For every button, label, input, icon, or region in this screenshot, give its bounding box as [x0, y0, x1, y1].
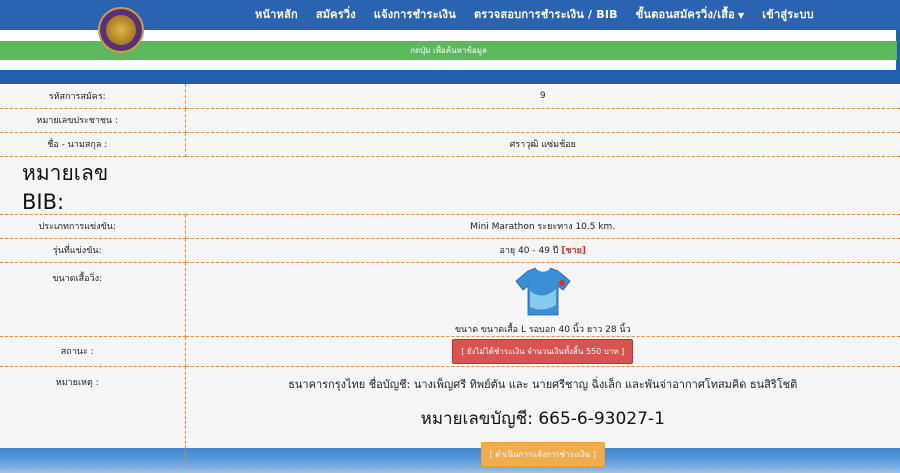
- row-reg-no: รหัสการสมัคร: 9: [0, 84, 900, 109]
- status-cell: [ ยังไม่ได้ชำระเงิน จำนวนเงินทั้งสิ้น 55…: [185, 336, 900, 367]
- reg-no-label: รหัสการสมัคร:: [0, 84, 186, 109]
- class-value-cell: อายุ 40 - 49 ปี [ชาย]: [185, 238, 900, 263]
- logo-emblem-icon: [106, 15, 136, 45]
- nav-steps-label: ขั้นตอนสมัครวิ่ง/เสื้อ: [635, 8, 735, 21]
- row-note: หมายเหตุ : ธนาคารกรุงไทย ชื่อบัญชี: นางเ…: [0, 366, 900, 468]
- class-value: อายุ 40 - 49 ปี: [499, 246, 559, 256]
- nav-menu: หน้าหลัก สมัครวิ่ง แจ้งการชำระเงิน ตรวจส…: [246, 0, 823, 28]
- bank-info: ธนาคารกรุงไทย ชื่อบัญชี: นางเพ็ญศรี ทิพย…: [288, 377, 798, 391]
- type-value: Mini Marathon ระยะทาง 10.5 km.: [185, 214, 900, 239]
- status-label: สถานะ :: [0, 336, 186, 367]
- running-shirt-icon: [515, 267, 571, 315]
- row-bib: หมายเลข BIB:: [0, 156, 900, 215]
- registration-details: รหัสการสมัคร: 9 หมายเลขประชาชน : ชื่อ - …: [0, 84, 900, 468]
- nav-login[interactable]: เข้าสู่ระบบ: [753, 5, 823, 23]
- bib-value: [185, 156, 900, 215]
- nav-payment-notify[interactable]: แจ้งการชำระเงิน: [365, 5, 465, 23]
- class-gender: [ชาย]: [561, 246, 587, 256]
- nav-check-payment-bib[interactable]: ตรวจสอบการชำระเงิน / BIB: [465, 5, 627, 23]
- row-status: สถานะ : [ ยังไม่ได้ชำระเงิน จำนวนเงินทั้…: [0, 336, 900, 367]
- note-cell: ธนาคารกรุงไทย ชื่อบัญชี: นางเพ็ญศรี ทิพย…: [185, 366, 900, 468]
- row-id: หมายเลขประชาชน :: [0, 108, 900, 133]
- nav-register[interactable]: สมัครวิ่ง: [307, 5, 365, 23]
- type-label: ประเภทการแข่งขัน:: [0, 214, 186, 239]
- nav-home[interactable]: หน้าหลัก: [246, 5, 307, 23]
- shirt-preview: ขนาด ขนาดเสื้อ L รอบอก 40 นิ้ว ยาว 28 นิ…: [186, 263, 900, 336]
- notify-payment-button[interactable]: [ ดำเนินการแจ้งการชำระเงิน ]: [480, 441, 605, 467]
- nav-steps-dropdown[interactable]: ขั้นตอนสมัครวิ่ง/เสื้อ ▼: [627, 5, 754, 23]
- note-label: หมายเหตุ :: [0, 366, 186, 468]
- name-value: ศราวุฒิ แซ่มช้อย: [185, 132, 900, 157]
- class-label: รุ่นที่แข่งขัน:: [0, 238, 186, 263]
- shirt-cell: ขนาด ขนาดเสื้อ L รอบอก 40 นิ้ว ยาว 28 นิ…: [185, 262, 900, 337]
- row-class: รุ่นที่แข่งขัน: อายุ 40 - 49 ปี [ชาย]: [0, 238, 900, 263]
- status-badge[interactable]: [ ยังไม่ได้ชำระเงิน จำนวนเงินทั้งสิ้น 55…: [452, 338, 634, 364]
- row-type: ประเภทการแข่งขัน: Mini Marathon ระยะทาง …: [0, 214, 900, 239]
- row-name: ชื่อ - นามสกุล : ศราวุฒิ แซ่มช้อย: [0, 132, 900, 157]
- id-value: [185, 108, 900, 133]
- chevron-down-icon: ▼: [737, 11, 745, 20]
- site-logo[interactable]: [98, 7, 144, 53]
- details-table: รหัสการสมัคร: 9 หมายเลขประชาชน : ชื่อ - …: [0, 84, 900, 468]
- id-label: หมายเลขประชาชน :: [0, 108, 186, 133]
- row-shirt: ขนาดเสื้อวิ่ง: ขนาด ขนาดเสื้อ L รอบอก 40…: [0, 262, 900, 337]
- bib-label: หมายเลข BIB:: [0, 156, 185, 215]
- reg-no-value: 9: [185, 84, 900, 109]
- account-number: หมายเลขบัญชี: 665-6-93027-1: [420, 408, 665, 429]
- name-label: ชื่อ - นามสกุล :: [0, 132, 186, 157]
- shirt-label: ขนาดเสื้อวิ่ง:: [0, 262, 186, 337]
- shirt-size-value: ขนาด ขนาดเสื้อ L รอบอก 40 นิ้ว ยาว 28 นิ…: [454, 324, 631, 335]
